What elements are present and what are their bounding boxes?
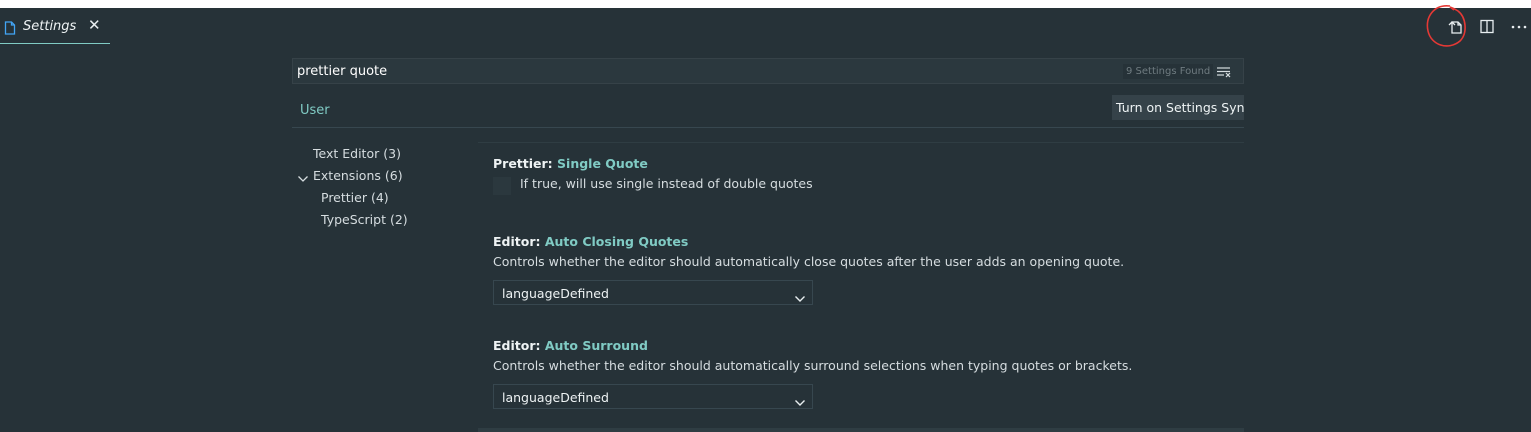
settings-editor-tab[interactable]: Settings ✕ [0,8,110,44]
setting-description: If true, will use single instead of doub… [520,176,813,191]
file-icon [4,20,16,39]
settings-sync-button[interactable]: Turn on Settings Sync [1112,95,1244,120]
setting-category: Editor: [493,338,545,353]
single-quote-checkbox[interactable] [493,177,511,195]
select-value: languageDefined [502,390,609,405]
toc-item-label: Extensions [313,168,381,183]
toc-item-label: Text Editor [313,146,380,161]
content-bottom-divider [478,428,1244,432]
scope-tabs-divider [292,127,1244,128]
tab-title: Settings [23,19,77,34]
setting-description: Controls whether the editor should autom… [493,254,1125,269]
toc-item-count: (4) [370,190,389,205]
toc-item-count: (6) [384,168,403,183]
more-actions-icon[interactable] [1511,19,1527,38]
setting-prettier-single-quote: Prettier: Single Quote [493,156,648,171]
setting-category: Editor: [493,234,545,249]
tab-user[interactable]: User [292,95,334,128]
toc-item-count: (2) [389,212,408,227]
toc-item-prettier[interactable]: Prettier (4) [321,190,389,205]
annotation-circle-icon [1420,3,1472,61]
toc-item-label: Prettier [321,190,367,205]
auto-closing-quotes-select[interactable]: languageDefined [493,280,813,305]
setting-name: Single Quote [557,156,648,171]
toc-item-label: TypeScript [321,212,386,227]
settings-search-input[interactable]: prettier quote 9 Settings Found [292,58,1244,84]
toc-item-typescript[interactable]: TypeScript (2) [321,212,408,227]
window-top-strip [0,0,1531,8]
chevron-down-icon[interactable] [297,169,309,188]
setting-category: Prettier: [493,156,558,171]
setting-title: Editor: Auto Surround [493,338,1132,353]
toc-item-text-editor[interactable]: Text Editor (3) [313,146,401,161]
tab-user-label: User [300,103,330,118]
clear-filter-icon[interactable] [1216,64,1232,83]
setting-editor-auto-closing-quotes: Editor: Auto Closing Quotes Controls whe… [493,234,1124,269]
close-icon[interactable]: ✕ [88,18,101,33]
content-divider [478,142,1244,143]
setting-title: Prettier: Single Quote [493,156,648,171]
setting-name: Auto Surround [544,338,648,353]
editor-tab-bar: Settings ✕ [0,8,1531,44]
setting-name: Auto Closing Quotes [544,234,689,249]
search-query: prettier quote [297,64,388,79]
select-value: languageDefined [502,286,609,301]
settings-found-badge: 9 Settings Found [1123,64,1214,79]
setting-editor-auto-surround: Editor: Auto Surround Controls whether t… [493,338,1132,373]
setting-description: Controls whether the editor should autom… [493,358,1133,373]
chevron-down-icon [794,393,806,412]
auto-surround-select[interactable]: languageDefined [493,384,813,409]
toc-item-count: (3) [383,146,401,161]
split-editor-icon[interactable] [1480,19,1495,38]
setting-title: Editor: Auto Closing Quotes [493,234,1124,249]
toc-item-extensions[interactable]: Extensions (6) [313,168,403,183]
chevron-down-icon [794,289,806,308]
